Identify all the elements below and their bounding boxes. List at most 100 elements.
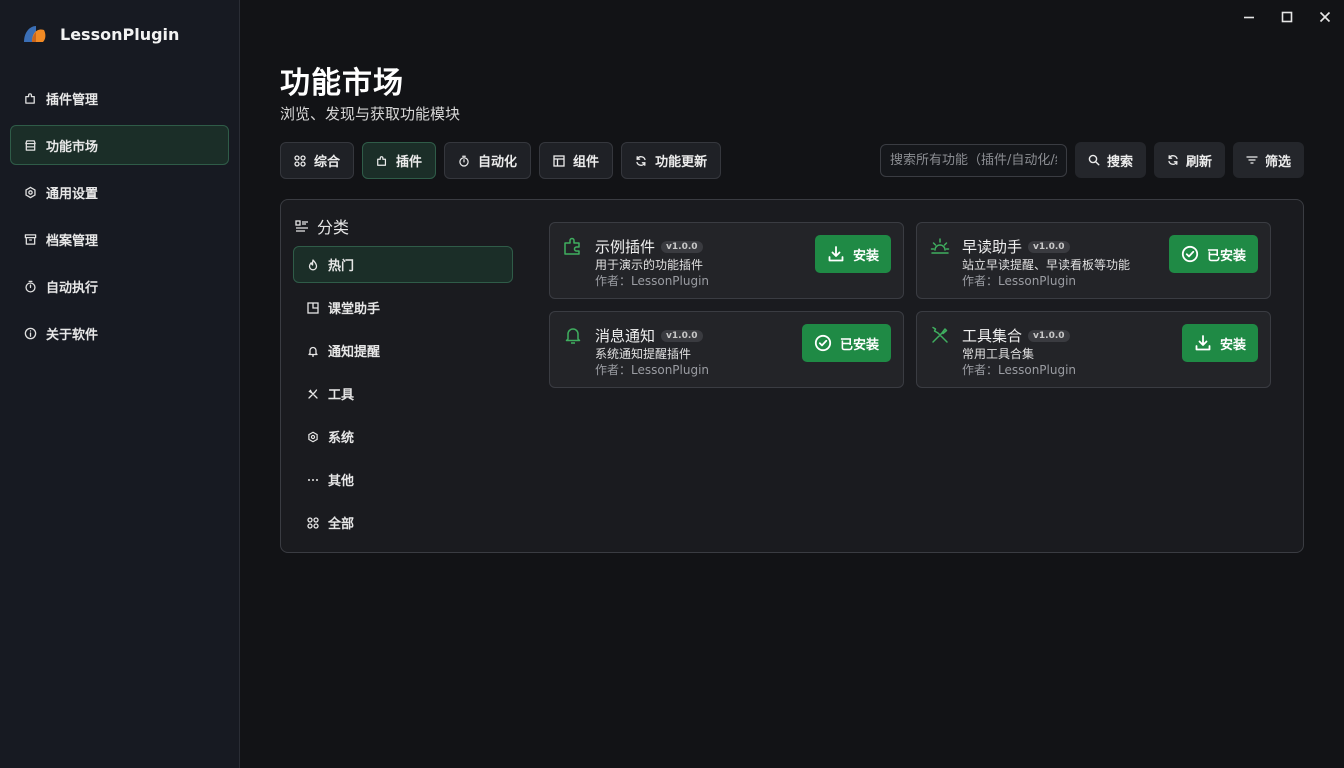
download-icon (828, 246, 844, 262)
card-author: 作者：LessonPlugin (595, 363, 710, 377)
version-badge: v1.0.0 (1028, 240, 1070, 253)
install-button[interactable]: 安装 (1181, 324, 1258, 362)
category-all[interactable]: 全部 (293, 504, 513, 541)
filter-button-label: 筛选 (1264, 154, 1291, 170)
gear-icon (25, 186, 36, 198)
market-panel: 分类 热门 课堂助手 通知提醒 工具 系统 其他 全部 示例插件 v1.0.0 … (280, 199, 1304, 553)
plugin-card-example[interactable]: 示例插件 v1.0.0 用于演示的功能插件 作者：LessonPlugin 安装 (549, 222, 904, 299)
close-icon (1319, 11, 1331, 23)
card-name: 工具集合 (962, 327, 1023, 345)
sidebar-item-label: 档案管理 (46, 233, 99, 249)
market-tabs: 综合 插件 自动化 组件 功能更新 (280, 142, 722, 179)
tab-label: 综合 (314, 155, 341, 170)
puzzle-icon (25, 92, 35, 104)
plugin-card-notifications[interactable]: 消息通知 v1.0.0 系统通知提醒插件 作者：LessonPlugin 已安装 (549, 311, 904, 388)
category-notifications[interactable]: 通知提醒 (293, 332, 513, 369)
refresh-icon (1168, 155, 1178, 165)
tools-icon (932, 326, 948, 343)
puzzle-icon (377, 155, 387, 166)
refresh-button-label: 刷新 (1185, 154, 1212, 170)
filter-icon (1246, 156, 1258, 164)
category-system[interactable]: 系统 (293, 418, 513, 455)
search-icon (1088, 154, 1100, 166)
refresh-icon (636, 155, 646, 166)
search-button[interactable]: 搜索 (1074, 142, 1146, 178)
stopwatch-icon (25, 280, 36, 293)
search-button-label: 搜索 (1106, 154, 1133, 170)
card-title-row: 工具集合 v1.0.0 (962, 325, 1070, 346)
installed-button-label: 已安装 (1206, 248, 1246, 264)
version-badge: v1.0.0 (661, 240, 703, 253)
tools-icon (308, 388, 318, 399)
card-description: 常用工具合集 (962, 347, 1035, 361)
minimize-button[interactable] (1230, 0, 1268, 34)
card-name: 消息通知 (595, 327, 656, 345)
plugin-card-toolkit[interactable]: 工具集合 v1.0.0 常用工具合集 作者：LessonPlugin 安装 (916, 311, 1271, 388)
maximize-button[interactable] (1268, 0, 1306, 34)
card-name: 早读助手 (962, 238, 1023, 256)
card-description: 系统通知提醒插件 (595, 347, 692, 361)
refresh-button[interactable]: 刷新 (1153, 142, 1225, 178)
tab-label: 自动化 (478, 155, 518, 170)
installed-button-label: 已安装 (839, 337, 879, 353)
sidebar-item-auto-execute[interactable]: 自动执行 (10, 266, 229, 306)
sidebar-nav: 插件管理 功能市场 通用设置 档案管理 自动执行 关于软件 (10, 78, 229, 360)
grid-icon (307, 516, 319, 529)
tab-label: 插件 (396, 155, 423, 170)
sidebar-item-plugin-management[interactable]: 插件管理 (10, 78, 229, 118)
sidebar-item-label: 插件管理 (46, 92, 99, 108)
card-author: 作者：LessonPlugin (962, 363, 1077, 377)
card-description: 用于演示的功能插件 (595, 258, 704, 272)
category-title: 分类 (317, 218, 350, 237)
category-label: 通知提醒 (328, 345, 381, 360)
check-circle-icon (814, 334, 832, 352)
card-description: 站立早读提醒、早读看板等功能 (962, 258, 1131, 272)
search-input[interactable] (879, 143, 1067, 177)
card-title-row: 早读助手 v1.0.0 (962, 236, 1070, 257)
filter-button[interactable]: 筛选 (1232, 142, 1304, 178)
installed-button[interactable]: 已安装 (1168, 235, 1258, 273)
close-button[interactable] (1306, 0, 1344, 34)
tab-components[interactable]: 组件 (539, 142, 614, 179)
sidebar-item-label: 功能市场 (46, 139, 99, 155)
tab-overview[interactable]: 综合 (280, 142, 355, 179)
sidebar-item-feature-market[interactable]: 功能市场 (10, 125, 229, 165)
category-classroom-assistant[interactable]: 课堂助手 (293, 289, 513, 326)
tab-automation[interactable]: 自动化 (444, 142, 532, 179)
category-tools[interactable]: 工具 (293, 375, 513, 412)
sidebar-item-general-settings[interactable]: 通用设置 (10, 172, 229, 212)
tab-plugins[interactable]: 插件 (362, 142, 437, 179)
grid-icon (294, 154, 306, 167)
brand: LessonPlugin (20, 22, 179, 46)
app-name: LessonPlugin (60, 24, 180, 44)
category-hot[interactable]: 热门 (293, 246, 513, 283)
sunrise-icon (930, 238, 950, 254)
category-header: 分类 (295, 214, 349, 238)
install-button-label: 安装 (1219, 337, 1246, 353)
sidebar-item-archive-management[interactable]: 档案管理 (10, 219, 229, 259)
info-icon (24, 327, 37, 339)
store-icon (25, 139, 36, 151)
plugin-card-morning-reading[interactable]: 早读助手 v1.0.0 站立早读提醒、早读看板等功能 作者：LessonPlug… (916, 222, 1271, 299)
installed-button[interactable]: 已安装 (801, 324, 891, 362)
sidebar-item-label: 通用设置 (46, 186, 99, 202)
minimize-icon (1244, 16, 1254, 19)
sidebar-item-label: 自动执行 (46, 280, 99, 296)
stopwatch-icon (459, 155, 469, 167)
sidebar-item-about[interactable]: 关于软件 (10, 313, 229, 353)
tab-feature-updates[interactable]: 功能更新 (621, 142, 722, 179)
bell-icon (308, 346, 318, 357)
category-label: 系统 (328, 431, 355, 446)
card-author: 作者：LessonPlugin (595, 274, 710, 288)
card-author: 作者：LessonPlugin (962, 274, 1077, 288)
category-other[interactable]: 其他 (293, 461, 513, 498)
tab-label: 组件 (573, 155, 600, 170)
category-label: 全部 (328, 517, 355, 532)
version-badge: v1.0.0 (661, 329, 703, 342)
install-button-label: 安装 (852, 248, 879, 264)
install-button[interactable]: 安装 (814, 235, 891, 273)
card-title-row: 示例插件 v1.0.0 (595, 236, 703, 257)
board-icon (307, 301, 319, 314)
category-list: 热门 课堂助手 通知提醒 工具 系统 其他 全部 (293, 246, 513, 547)
page-subtitle: 浏览、发现与获取功能模块 (280, 105, 461, 123)
